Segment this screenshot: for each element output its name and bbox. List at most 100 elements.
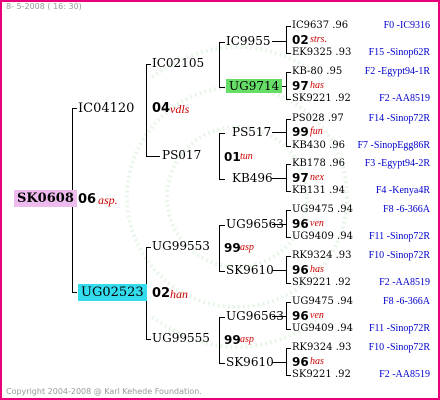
dam-id[interactable]: UG02523	[78, 284, 147, 301]
g4-line-6: F3 -Egypt94-2R	[364, 158, 430, 169]
g3-year-5: 96	[292, 263, 309, 277]
g4-bird-5[interactable]: KB430 .96	[292, 141, 345, 151]
connector	[286, 53, 291, 54]
g4-line-11: F2 -AA8519	[379, 277, 430, 288]
g3-bird-6[interactable]: UG96563	[226, 310, 284, 322]
g4-bird-6[interactable]: KB178 .96	[292, 159, 345, 169]
connector	[286, 191, 291, 192]
g3-year-2: 99	[292, 125, 309, 139]
g2-year-2: 99	[224, 241, 241, 255]
g3-bird-1[interactable]: UG9714	[226, 79, 283, 93]
g3-note-1: has	[310, 80, 324, 91]
connector	[286, 256, 287, 283]
print-date: 8- 5-2008 ( 16: 30)	[6, 2, 82, 11]
g4-line-7: F4 -Kenya4R	[375, 185, 430, 196]
g4-line-5: F7 -SinopEgg86R	[357, 140, 430, 151]
g4-line-13: F11 -Sinop72R	[368, 323, 430, 334]
root-note: asp.	[98, 193, 118, 207]
connector	[146, 64, 151, 65]
g4-line-12: F8 -6-366A	[383, 296, 430, 307]
g3-bird-3[interactable]: KB496	[232, 172, 273, 184]
g3-year-1: 97	[292, 79, 309, 93]
connector	[72, 292, 77, 293]
g3-note-2: fun	[310, 126, 323, 137]
g2-note-3: asp	[240, 334, 254, 345]
g4-bird-2[interactable]: KB-80 .95	[292, 67, 342, 77]
connector	[272, 132, 286, 133]
g4-line-15: F2 -AA8519	[379, 369, 430, 380]
g4-bird-13[interactable]: UG9409 .94	[292, 324, 353, 334]
g3-bird-0[interactable]: IC9955	[226, 35, 270, 47]
g3-note-0: strs.	[310, 34, 327, 45]
g4-bird-9[interactable]: UG9409 .94	[292, 232, 353, 242]
sire-year: 04	[152, 101, 171, 116]
g3-year-6: 96	[292, 309, 309, 323]
g4-bird-3[interactable]: SK9221 .92	[292, 94, 351, 104]
g3-bird-7[interactable]: SK9610	[226, 356, 274, 368]
connector	[219, 271, 225, 272]
g3-year-0: 02	[292, 33, 309, 47]
g4-bird-8[interactable]: UG9475 .94	[292, 205, 353, 215]
g3-year-3: 97	[292, 171, 309, 185]
connector	[272, 41, 286, 42]
g3-note-3: nex	[310, 172, 324, 183]
g4-line-8: F8 -6-366A	[383, 204, 430, 215]
g4-bird-4[interactable]: PS028 .97	[292, 114, 344, 124]
root-year: 06	[78, 192, 97, 207]
g4-bird-14[interactable]: RK9324 .93	[292, 343, 352, 353]
connector	[72, 108, 77, 109]
g4-bird-10[interactable]: RK9324 .93	[292, 251, 352, 261]
connector	[219, 42, 220, 87]
g2-year-1: 01	[224, 150, 241, 164]
copyright-footer: Copyright 2004-2008 @ Karl Kehede Founda…	[6, 387, 202, 396]
connector	[219, 225, 225, 226]
connector	[286, 375, 291, 376]
connector	[272, 362, 286, 363]
g4-line-2: F2 -Egypt94-1R	[364, 66, 430, 77]
dam-note: han	[170, 287, 188, 301]
g4-line-4: F14 -Sinop72R	[368, 113, 430, 124]
g4-line-14: F10 -Sinop72R	[368, 342, 430, 353]
connector	[286, 210, 291, 211]
g4-bird-15[interactable]: SK9221 .92	[292, 370, 351, 380]
root-bird-id[interactable]: SK0608	[14, 190, 77, 207]
connector	[219, 133, 220, 179]
connector	[146, 156, 160, 157]
g2-bird-0[interactable]: IC02105	[152, 57, 204, 69]
connector	[272, 178, 286, 179]
g3-bird-5[interactable]: SK9610	[226, 264, 274, 276]
connector	[286, 26, 287, 53]
connector	[272, 270, 286, 271]
g4-bird-12[interactable]: UG9475 .94	[292, 297, 353, 307]
connector	[286, 99, 291, 100]
connector	[146, 64, 147, 156]
connector	[146, 247, 151, 248]
connector	[219, 133, 225, 134]
connector	[286, 146, 291, 147]
g3-bird-2[interactable]: PS517	[232, 126, 271, 138]
g4-line-3: F2 -AA8519	[379, 93, 430, 104]
g4-bird-7[interactable]: KB131 .94	[292, 186, 345, 196]
connector	[286, 302, 291, 303]
g4-bird-0[interactable]: IC9637 .96	[292, 21, 348, 31]
connector	[286, 119, 287, 146]
g2-bird-2[interactable]: UG99553	[152, 240, 210, 252]
g2-note-2: asp	[240, 242, 254, 253]
g2-bird-1[interactable]: PS017	[162, 149, 201, 161]
connector	[286, 302, 287, 329]
sire-note: vdls	[170, 102, 190, 116]
g2-bird-3[interactable]: UG99555	[152, 332, 210, 344]
sire-id[interactable]: IC04120	[78, 102, 134, 115]
g4-line-1: F15 -Sinop62R	[368, 47, 430, 58]
dam-year: 02	[152, 286, 171, 301]
g3-bird-4[interactable]: UG96563	[226, 218, 284, 230]
connector	[286, 72, 291, 73]
connector	[286, 210, 287, 237]
connector	[219, 363, 225, 364]
g3-year-7: 96	[292, 355, 309, 369]
connector	[286, 237, 291, 238]
connector	[286, 348, 291, 349]
g4-bird-11[interactable]: SK9221 .92	[292, 278, 351, 288]
connector	[286, 329, 291, 330]
g4-bird-1[interactable]: EK9325 .93	[292, 48, 351, 58]
